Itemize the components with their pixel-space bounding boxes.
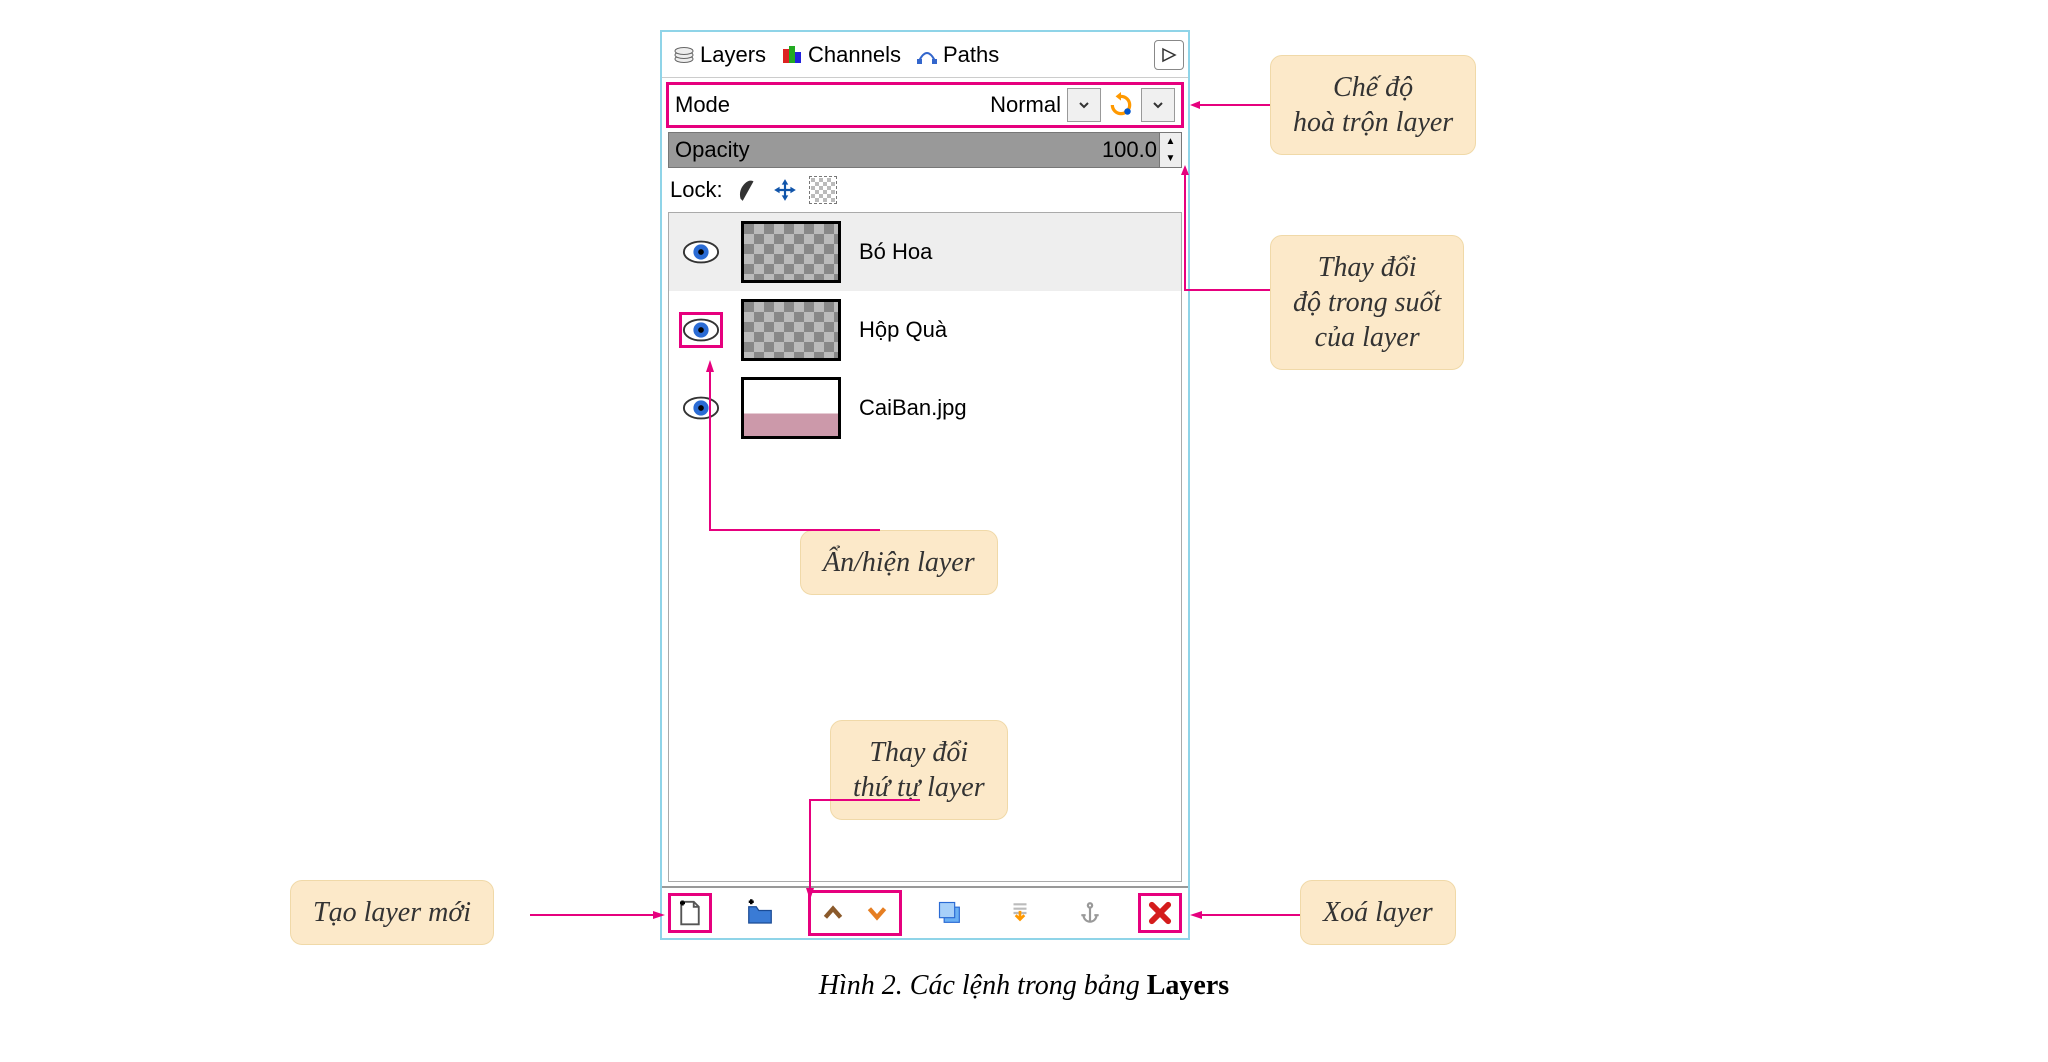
lock-row: Lock:: [662, 172, 1188, 208]
callout-mode: Chế độhoà trộn layer: [1270, 55, 1476, 155]
arrow-new: [530, 910, 665, 920]
new-layer-group-button[interactable]: [738, 893, 782, 933]
mode-extra-dropdown[interactable]: [1141, 88, 1175, 122]
tab-channels[interactable]: Channels: [774, 38, 907, 72]
visibility-toggle[interactable]: [679, 390, 723, 426]
layer-down-button[interactable]: [855, 893, 899, 933]
bottom-toolbar: [662, 886, 1188, 938]
visibility-toggle[interactable]: [679, 234, 723, 270]
opacity-spinner[interactable]: ▲ ▼: [1159, 133, 1181, 167]
spinner-down-icon[interactable]: ▼: [1160, 150, 1181, 167]
visibility-toggle[interactable]: [679, 312, 723, 348]
mode-row: Mode Normal: [666, 82, 1184, 128]
opacity-value: 100.0: [1102, 137, 1159, 163]
anchor-layer-button[interactable]: [1068, 893, 1112, 933]
layer-name: Hộp Quà: [859, 317, 947, 343]
paths-icon: [915, 43, 939, 67]
callout-opacity: Thay đổiđộ trong suốtcủa layer: [1270, 235, 1464, 370]
lock-label: Lock:: [670, 177, 723, 203]
layer-thumbnail: [741, 299, 841, 361]
arrow-delete: [1190, 910, 1300, 920]
layer-name: Bó Hoa: [859, 239, 932, 265]
layer-row-caiban[interactable]: CaiBan.jpg: [669, 369, 1181, 447]
channels-icon: [780, 43, 804, 67]
opacity-row[interactable]: Opacity 100.0 ▲ ▼: [668, 132, 1182, 168]
tab-paths[interactable]: Paths: [909, 38, 1005, 72]
lock-position-button[interactable]: [771, 176, 799, 204]
layer-thumbnail: [741, 377, 841, 439]
tab-layers[interactable]: Layers: [666, 38, 772, 72]
tab-channels-label: Channels: [808, 42, 901, 68]
reorder-group: [808, 890, 902, 936]
opacity-label: Opacity: [669, 137, 750, 163]
delete-layer-button[interactable]: [1138, 893, 1182, 933]
layer-row-bohoa[interactable]: Bó Hoa: [669, 213, 1181, 291]
duplicate-layer-button[interactable]: [928, 893, 972, 933]
layer-up-button[interactable]: [811, 893, 855, 933]
callout-delete: Xoá layer: [1300, 880, 1456, 945]
spinner-up-icon[interactable]: ▲: [1160, 133, 1181, 150]
tabs: Layers Channels Paths: [662, 32, 1188, 78]
callout-order: Thay đổithứ tự layer: [830, 720, 1008, 820]
lock-alpha-button[interactable]: [809, 176, 837, 204]
mode-value: Normal: [990, 92, 1061, 118]
tab-layers-label: Layers: [700, 42, 766, 68]
mode-dropdown[interactable]: [1067, 88, 1101, 122]
layer-row-hopqua[interactable]: Hộp Quà: [669, 291, 1181, 369]
figure-caption: Hình 2. Các lệnh trong bảng Layers: [0, 970, 2048, 1002]
mode-reset-button[interactable]: [1107, 91, 1135, 119]
tab-paths-label: Paths: [943, 42, 999, 68]
layer-thumbnail: [741, 221, 841, 283]
lock-pixels-button[interactable]: [733, 176, 761, 204]
layers-icon: [672, 43, 696, 67]
callout-visibility: Ẩn/hiện layer: [800, 530, 998, 595]
layer-name: CaiBan.jpg: [859, 395, 967, 421]
configure-tab-button[interactable]: [1154, 40, 1184, 70]
new-layer-button[interactable]: [668, 893, 712, 933]
callout-new: Tạo layer mới: [290, 880, 494, 945]
arrow-mode: [1190, 100, 1270, 110]
merge-down-button[interactable]: [998, 893, 1042, 933]
mode-label: Mode: [675, 92, 730, 118]
